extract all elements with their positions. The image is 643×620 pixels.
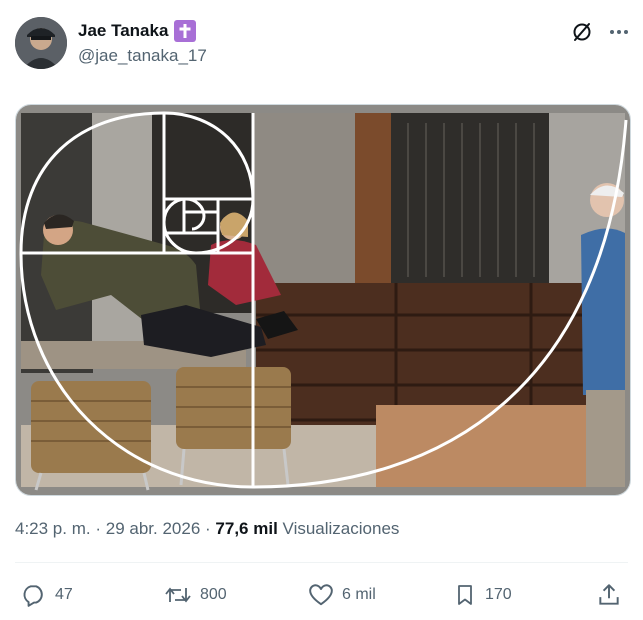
- share-button[interactable]: [596, 582, 622, 608]
- views-count: 77,6 mil: [215, 519, 278, 538]
- latin-cross-icon: [174, 20, 197, 42]
- avatar[interactable]: [15, 17, 67, 69]
- post-metadata: 4:23 p. m. · 29 abr. 2026 · 77,6 mil Vis…: [15, 519, 399, 539]
- author-name[interactable]: Jae Tanaka: [78, 21, 168, 41]
- post-date[interactable]: 29 abr. 2026: [106, 519, 201, 538]
- divider: [15, 562, 628, 563]
- bookmark-button[interactable]: 170: [453, 582, 512, 608]
- slashed-circle-icon[interactable]: [568, 18, 596, 46]
- repost-button[interactable]: 800: [164, 582, 227, 608]
- like-button[interactable]: 6 mil: [308, 582, 376, 608]
- author-name-row[interactable]: Jae Tanaka: [78, 20, 197, 42]
- views-label: Visualizaciones: [282, 519, 400, 538]
- bookmark-icon: [453, 582, 477, 608]
- repost-icon: [164, 582, 192, 608]
- repost-count: 800: [200, 586, 227, 603]
- heart-icon: [308, 582, 334, 608]
- bookmark-count: 170: [485, 586, 512, 603]
- post-time[interactable]: 4:23 p. m.: [15, 519, 91, 538]
- more-horizontal-icon[interactable]: [605, 18, 633, 46]
- post-media-image[interactable]: [15, 104, 631, 496]
- meta-separator: ·: [95, 519, 102, 538]
- author-handle[interactable]: @jae_tanaka_17: [78, 46, 207, 66]
- reply-button[interactable]: 47: [21, 582, 73, 608]
- share-icon: [596, 582, 622, 608]
- meta-separator: ·: [205, 519, 211, 538]
- like-count: 6 mil: [342, 586, 376, 603]
- reply-icon: [21, 582, 47, 608]
- reply-count: 47: [55, 586, 73, 603]
